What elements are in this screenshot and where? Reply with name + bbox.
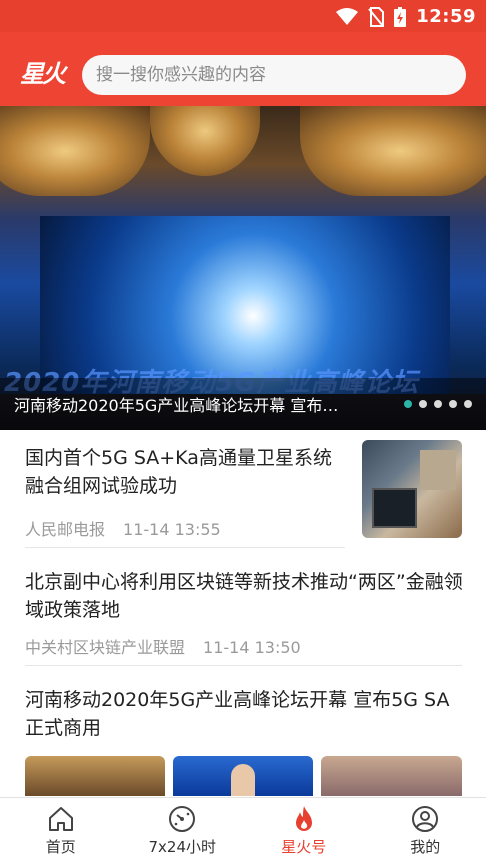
status-time: 12:59 (416, 6, 476, 27)
news-thumbnail (321, 756, 462, 796)
carousel-dot[interactable] (419, 400, 427, 408)
news-source: 中关村区块链产业联盟 (25, 638, 186, 657)
news-source: 人民邮电报 (25, 520, 106, 539)
no-sim-icon (368, 6, 385, 27)
carousel-dot[interactable] (449, 400, 457, 408)
news-time: 11-14 13:50 (203, 638, 301, 657)
home-icon (48, 807, 73, 831)
status-bar: 12:59 (0, 0, 486, 32)
tab-label: 我的 (410, 838, 441, 856)
tab-label: 首页 (45, 838, 76, 856)
banner-image-decor (150, 106, 260, 176)
carousel-dots (404, 400, 472, 408)
news-meta: 人民邮电报 11-14 13:55 (25, 516, 221, 540)
tab-label: 星火号 (281, 838, 327, 856)
news-meta: 中关村区块链产业联盟 11-14 13:50 (25, 634, 301, 658)
news-item[interactable]: 国内首个5G SA+Ka高通量卫星系统融合组网试验成功 人民邮电报 11-14 1… (0, 440, 486, 548)
bottom-tab-bar: 首页 7x24小时 星火号 我的 (0, 797, 486, 864)
app-logo[interactable]: 星火 (20, 54, 66, 89)
banner-caption-bar: 河南移动2020年5G产业高峰论坛开幕 宣布… (0, 378, 486, 430)
news-item[interactable]: 北京副中心将利用区块链等新技术推动“两区”金融领域政策落地 中关村区块链产业联盟… (0, 568, 486, 664)
carousel-dot[interactable] (464, 400, 472, 408)
news-thumbnail (25, 756, 165, 796)
banner-image-decor (300, 106, 486, 196)
search-input[interactable] (82, 55, 466, 95)
tab-7x24[interactable]: 7x24小时 (122, 798, 244, 864)
tab-label: 7x24小时 (148, 838, 216, 856)
banner-caption[interactable]: 河南移动2020年5G产业高峰论坛开幕 宣布… (14, 392, 384, 416)
news-title[interactable]: 国内首个5G SA+Ka高通量卫星系统融合组网试验成功 (25, 444, 345, 500)
flame-icon (295, 806, 312, 831)
carousel-dot[interactable] (404, 400, 412, 408)
clock-icon (169, 806, 196, 832)
divider (25, 547, 345, 548)
tab-mine[interactable]: 我的 (365, 798, 486, 864)
news-time: 11-14 13:55 (123, 520, 221, 539)
news-title[interactable]: 北京副中心将利用区块链等新技术推动“两区”金融领域政策落地 (25, 568, 465, 624)
news-thumbnail (362, 440, 462, 538)
banner-carousel[interactable]: 2020年河南移动5G产业高峰论坛 河南移动2020年5G产业高峰论坛开幕 宣布… (0, 106, 486, 430)
news-item[interactable]: 河南移动2020年5G产业高峰论坛开幕 宣布5G SA正式商用 (0, 686, 486, 796)
tab-xinghuo[interactable]: 星火号 (243, 798, 365, 864)
battery-icon (394, 6, 407, 27)
news-thumbnail (173, 756, 313, 796)
divider (25, 665, 462, 666)
banner-image-decor (0, 106, 150, 196)
user-icon (412, 806, 439, 832)
wifi-icon (336, 7, 359, 25)
app-header: 星火 (0, 32, 486, 106)
search-box[interactable] (82, 55, 466, 95)
news-title[interactable]: 河南移动2020年5G产业高峰论坛开幕 宣布5G SA正式商用 (25, 686, 465, 742)
carousel-dot[interactable] (434, 400, 442, 408)
tab-home[interactable]: 首页 (0, 798, 122, 864)
